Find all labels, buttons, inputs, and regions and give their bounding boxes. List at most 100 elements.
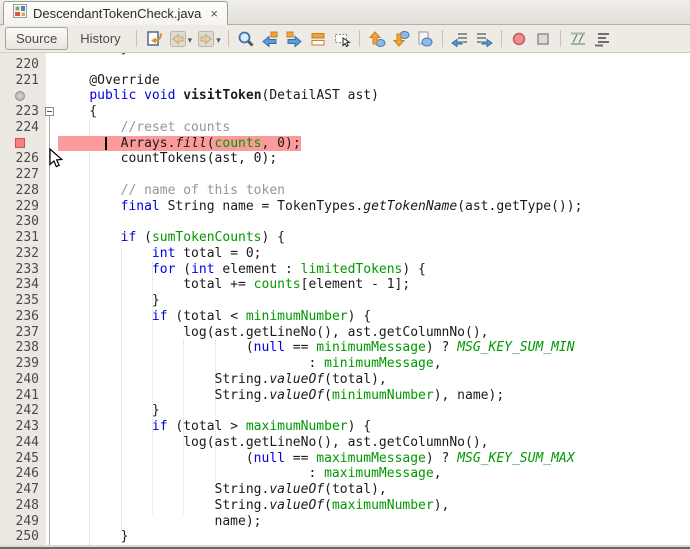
code-text[interactable]: int total = 0;: [58, 246, 690, 262]
line-number[interactable]: 248: [0, 498, 46, 514]
line-number[interactable]: [0, 88, 46, 104]
line-number[interactable]: 236: [0, 309, 46, 325]
code-line[interactable]: 239 : minimumMessage,: [0, 356, 690, 372]
line-number[interactable]: 224: [0, 120, 46, 136]
close-icon[interactable]: ×: [210, 7, 218, 20]
line-number[interactable]: 234: [0, 277, 46, 293]
code-text[interactable]: [58, 167, 690, 183]
previous-bookmark-button[interactable]: [365, 27, 389, 51]
code-line[interactable]: 220: [0, 57, 690, 73]
line-number[interactable]: 228: [0, 183, 46, 199]
fold-margin[interactable]: [46, 57, 58, 73]
line-number[interactable]: 232: [0, 246, 46, 262]
code-text[interactable]: String.valueOf(total),: [58, 372, 690, 388]
stop-macro-button[interactable]: [531, 27, 555, 51]
line-number[interactable]: 235: [0, 293, 46, 309]
code-line[interactable]: 240 String.valueOf(total),: [0, 372, 690, 388]
code-line[interactable]: 248 String.valueOf(maximumNumber),: [0, 498, 690, 514]
code-line[interactable]: 247 String.valueOf(total),: [0, 482, 690, 498]
line-number[interactable]: 237: [0, 325, 46, 341]
code-text[interactable]: (null == minimumMessage) ? MSG_KEY_SUM_M…: [58, 340, 690, 356]
code-line[interactable]: 242 }: [0, 403, 690, 419]
code-line[interactable]: 245 (null == maximumMessage) ? MSG_KEY_S…: [0, 451, 690, 467]
code-text[interactable]: @Override: [58, 73, 690, 89]
code-line[interactable]: 249 name);: [0, 514, 690, 530]
code-line[interactable]: 233 for (int element : limitedTokens) {: [0, 262, 690, 278]
code-text[interactable]: (null == maximumMessage) ? MSG_KEY_SUM_M…: [58, 451, 690, 467]
code-line[interactable]: 234 total += counts[element - 1];: [0, 277, 690, 293]
line-number[interactable]: 230: [0, 214, 46, 230]
fold-collapse-icon[interactable]: [45, 107, 54, 116]
line-number[interactable]: 245: [0, 451, 46, 467]
fold-margin[interactable]: [46, 88, 58, 104]
code-text[interactable]: log(ast.getLineNo(), ast.getColumnNo(),: [58, 325, 690, 341]
code-text[interactable]: }: [58, 529, 690, 545]
code-text[interactable]: String.valueOf(minimumNumber), name);: [58, 388, 690, 404]
history-view-button[interactable]: History: [70, 28, 130, 49]
code-line[interactable]: 227: [0, 167, 690, 183]
code-line[interactable]: 250 }: [0, 529, 690, 545]
code-text[interactable]: }: [58, 293, 690, 309]
code-line[interactable]: 243 if (total > maximumNumber) {: [0, 419, 690, 435]
code-line[interactable]: 229 final String name = TokenTypes.getTo…: [0, 199, 690, 215]
line-number[interactable]: 250: [0, 529, 46, 545]
code-line[interactable]: 235 }: [0, 293, 690, 309]
code-line[interactable]: 237 log(ast.getLineNo(), ast.getColumnNo…: [0, 325, 690, 341]
code-text[interactable]: if (sumTokenCounts) {: [58, 230, 690, 246]
code-line[interactable]: 230: [0, 214, 690, 230]
rectangular-selection-button[interactable]: [330, 27, 354, 51]
code-line[interactable]: Arrays.fill(counts, 0);: [0, 136, 690, 152]
code-line[interactable]: 244 log(ast.getLineNo(), ast.getColumnNo…: [0, 435, 690, 451]
line-number[interactable]: 247: [0, 482, 46, 498]
code-text[interactable]: log(ast.getLineNo(), ast.getColumnNo(),: [58, 435, 690, 451]
line-number[interactable]: 243: [0, 419, 46, 435]
comment-button[interactable]: //: [566, 27, 590, 51]
code-line[interactable]: 232 int total = 0;: [0, 246, 690, 262]
uncomment-button[interactable]: [590, 27, 614, 51]
line-number[interactable]: 223: [0, 104, 46, 120]
code-line[interactable]: 246 : maximumMessage,: [0, 466, 690, 482]
code-text[interactable]: Arrays.fill(counts, 0);: [58, 136, 690, 152]
code-text[interactable]: public void visitToken(DetailAST ast): [58, 88, 690, 104]
fold-margin[interactable]: [46, 73, 58, 89]
code-editor[interactable]: } 220221 @Override public void visitToken…: [0, 53, 690, 545]
shift-line-left-button[interactable]: [448, 27, 472, 51]
code-text[interactable]: String.valueOf(maximumNumber),: [58, 498, 690, 514]
code-line[interactable]: 226 countTokens(ast, 0);: [0, 151, 690, 167]
breakpoint-icon[interactable]: [15, 138, 25, 148]
nav-forward-dropdown-icon[interactable]: ▾: [216, 35, 221, 46]
line-number[interactable]: 221: [0, 73, 46, 89]
nav-back-dropdown-icon[interactable]: ▾: [188, 35, 193, 46]
line-number[interactable]: 220: [0, 57, 46, 73]
jump-last-edit-button[interactable]: [142, 27, 166, 51]
line-number[interactable]: 244: [0, 435, 46, 451]
find-selection-button[interactable]: [234, 27, 258, 51]
line-number[interactable]: [0, 136, 46, 152]
code-text[interactable]: : maximumMessage,: [58, 466, 690, 482]
code-line[interactable]: 223 {: [0, 104, 690, 120]
source-view-button[interactable]: Source: [5, 27, 68, 50]
code-line[interactable]: 236 if (total < minimumNumber) {: [0, 309, 690, 325]
code-line[interactable]: 231 if (sumTokenCounts) {: [0, 230, 690, 246]
code-line[interactable]: public void visitToken(DetailAST ast): [0, 88, 690, 104]
code-line[interactable]: 241 String.valueOf(minimumNumber), name)…: [0, 388, 690, 404]
find-previous-button[interactable]: [258, 27, 282, 51]
code-text[interactable]: if (total > maximumNumber) {: [58, 419, 690, 435]
line-number[interactable]: 227: [0, 167, 46, 183]
code-line[interactable]: 228 // name of this token: [0, 183, 690, 199]
line-number[interactable]: 231: [0, 230, 46, 246]
line-number[interactable]: 226: [0, 151, 46, 167]
line-number[interactable]: 242: [0, 403, 46, 419]
line-number[interactable]: 249: [0, 514, 46, 530]
code-line[interactable]: 224 //reset counts: [0, 120, 690, 136]
code-text[interactable]: total += counts[element - 1];: [58, 277, 690, 293]
find-next-button[interactable]: [282, 27, 306, 51]
line-number[interactable]: 238: [0, 340, 46, 356]
code-text[interactable]: //reset counts: [58, 120, 690, 136]
code-text[interactable]: countTokens(ast, 0);: [58, 151, 690, 167]
code-line[interactable]: 221 @Override: [0, 73, 690, 89]
code-text[interactable]: final String name = TokenTypes.getTokenN…: [58, 199, 690, 215]
line-number[interactable]: 233: [0, 262, 46, 278]
line-number[interactable]: 239: [0, 356, 46, 372]
next-bookmark-button[interactable]: [389, 27, 413, 51]
